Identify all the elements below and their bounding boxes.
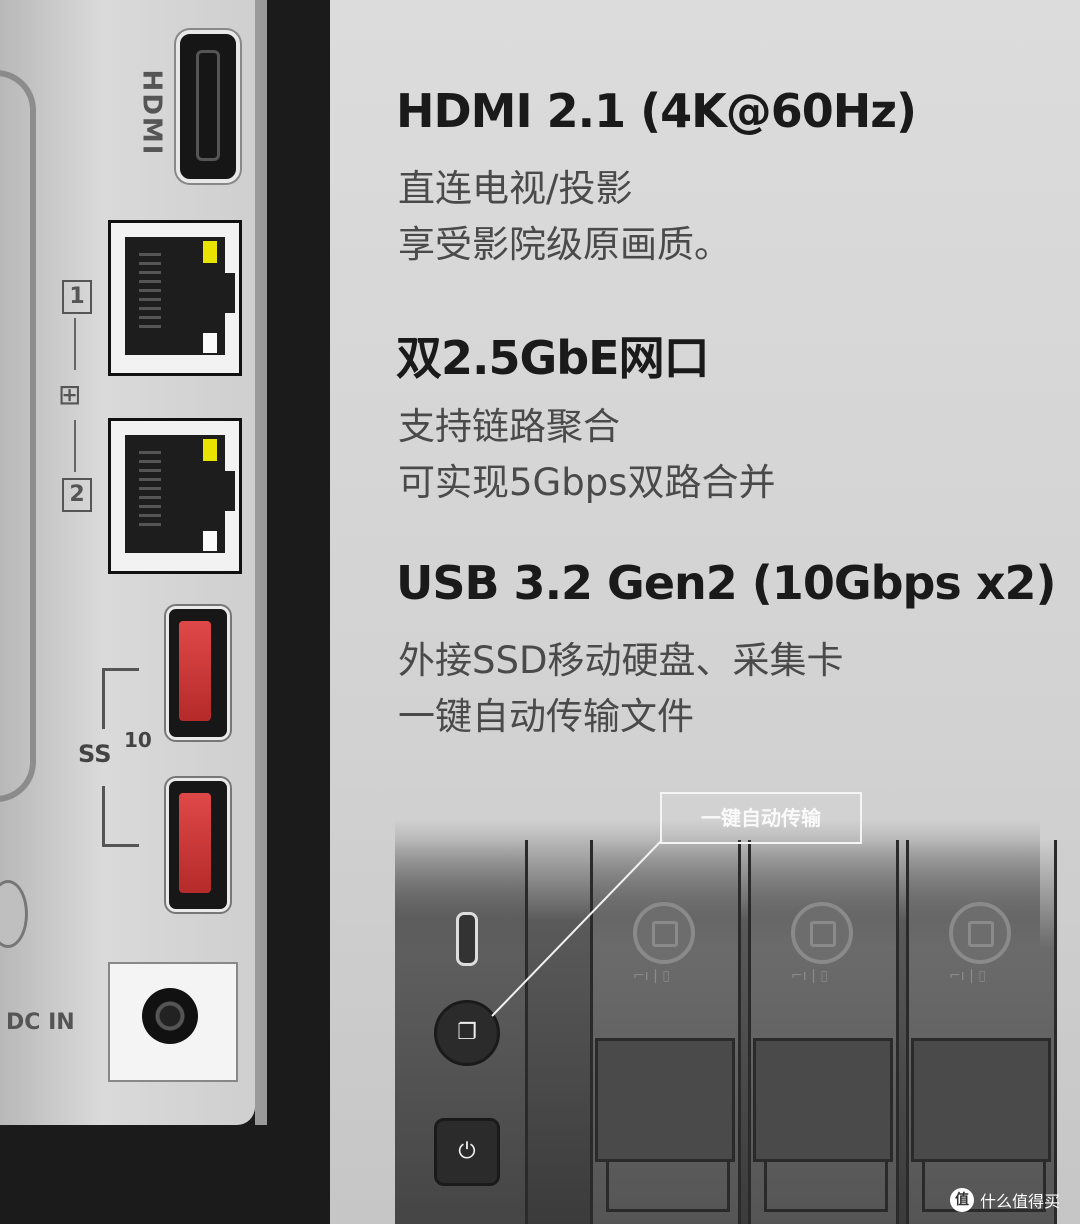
feature-lan-title: 双2.5GbE网口 [396,331,710,385]
bay-handle[interactable] [753,1038,893,1212]
usb-slot [179,793,211,893]
link-led [203,241,217,263]
power-jack [142,988,198,1044]
drive-bay-1[interactable]: ⌐ı | ▯ [590,840,741,1224]
lan-port-1-label: 1 [62,280,92,314]
activity-led [203,531,217,551]
bay-handle[interactable] [595,1038,735,1212]
lan-label-divider [74,420,76,472]
panel-cable-contour [0,70,36,802]
ethernet-pins [139,451,161,531]
feature-usb-line-2: 一键自动传输文件 [398,695,694,738]
activity-led [203,333,217,353]
hdmi-port-label: HDMI [136,69,167,157]
bay-lock-indicator: ⌐ı | ▯ [791,968,828,984]
feature-lan-line-1: 支持链路聚合 [398,405,620,448]
one-touch-copy-button[interactable]: ❐ [434,1000,500,1066]
ethernet-pins [139,253,161,333]
copy-icon: ❐ [457,1020,477,1045]
power-icon: ⏻ [458,1139,476,1164]
usb-bracket [102,668,139,729]
bay-lock-indicator: ⌐ı | ▯ [633,968,670,984]
feature-usb-title: USB 3.2 Gen2 (10Gbps x2) [396,556,1057,610]
ethernet-latch [215,273,235,313]
link-led [203,439,217,461]
ethernet-port-1 [108,220,242,376]
bay-lock-icon[interactable] [949,902,1011,964]
usb-speed-label: 10 [124,728,152,752]
feature-lan-line-2: 可实现5Gbps双路合并 [398,461,776,504]
lan-port-2-label: 2 [62,478,92,512]
usb-port-1 [166,606,230,740]
drive-bay-3[interactable]: ⌐ı | ▯ [906,840,1057,1224]
usb-c-port [456,912,478,966]
dc-in-port [108,962,238,1082]
drive-bay-2[interactable]: ⌐ı | ▯ [748,840,899,1224]
usb-superspeed-icon: SS [78,740,112,768]
ethernet-port-2 [108,418,242,574]
bay-lock-indicator: ⌐ı | ▯ [949,968,986,984]
power-button[interactable]: ⏻ [434,1118,500,1186]
dc-in-label: DC IN [6,1010,75,1035]
watermark: 值 什么值得买 [950,1188,1060,1212]
watermark-text: 什么值得买 [980,1192,1061,1211]
usb-port-2 [166,778,230,912]
usb-slot [179,621,211,721]
feature-hdmi-line-1: 直连电视/投影 [398,167,633,210]
bay-lock-icon[interactable] [791,902,853,964]
lan-label-divider [74,318,76,370]
network-icon: ⊞ [58,378,82,411]
bay-lock-icon[interactable] [633,902,695,964]
watermark-logo: 值 [950,1188,974,1212]
panel-edge [255,0,267,1125]
feature-hdmi-title: HDMI 2.1 (4K@60Hz) [396,84,917,138]
feature-hdmi-line-2: 享受影院级原画质。 [398,223,731,266]
one-touch-copy-callout: 一键自动传输 [660,792,862,844]
ethernet-latch [215,471,235,511]
feature-usb-line-1: 外接SSD移动硬盘、采集卡 [398,639,844,682]
usb-bracket [102,786,139,847]
hdmi-port [176,30,240,183]
bay-handle[interactable] [911,1038,1051,1212]
